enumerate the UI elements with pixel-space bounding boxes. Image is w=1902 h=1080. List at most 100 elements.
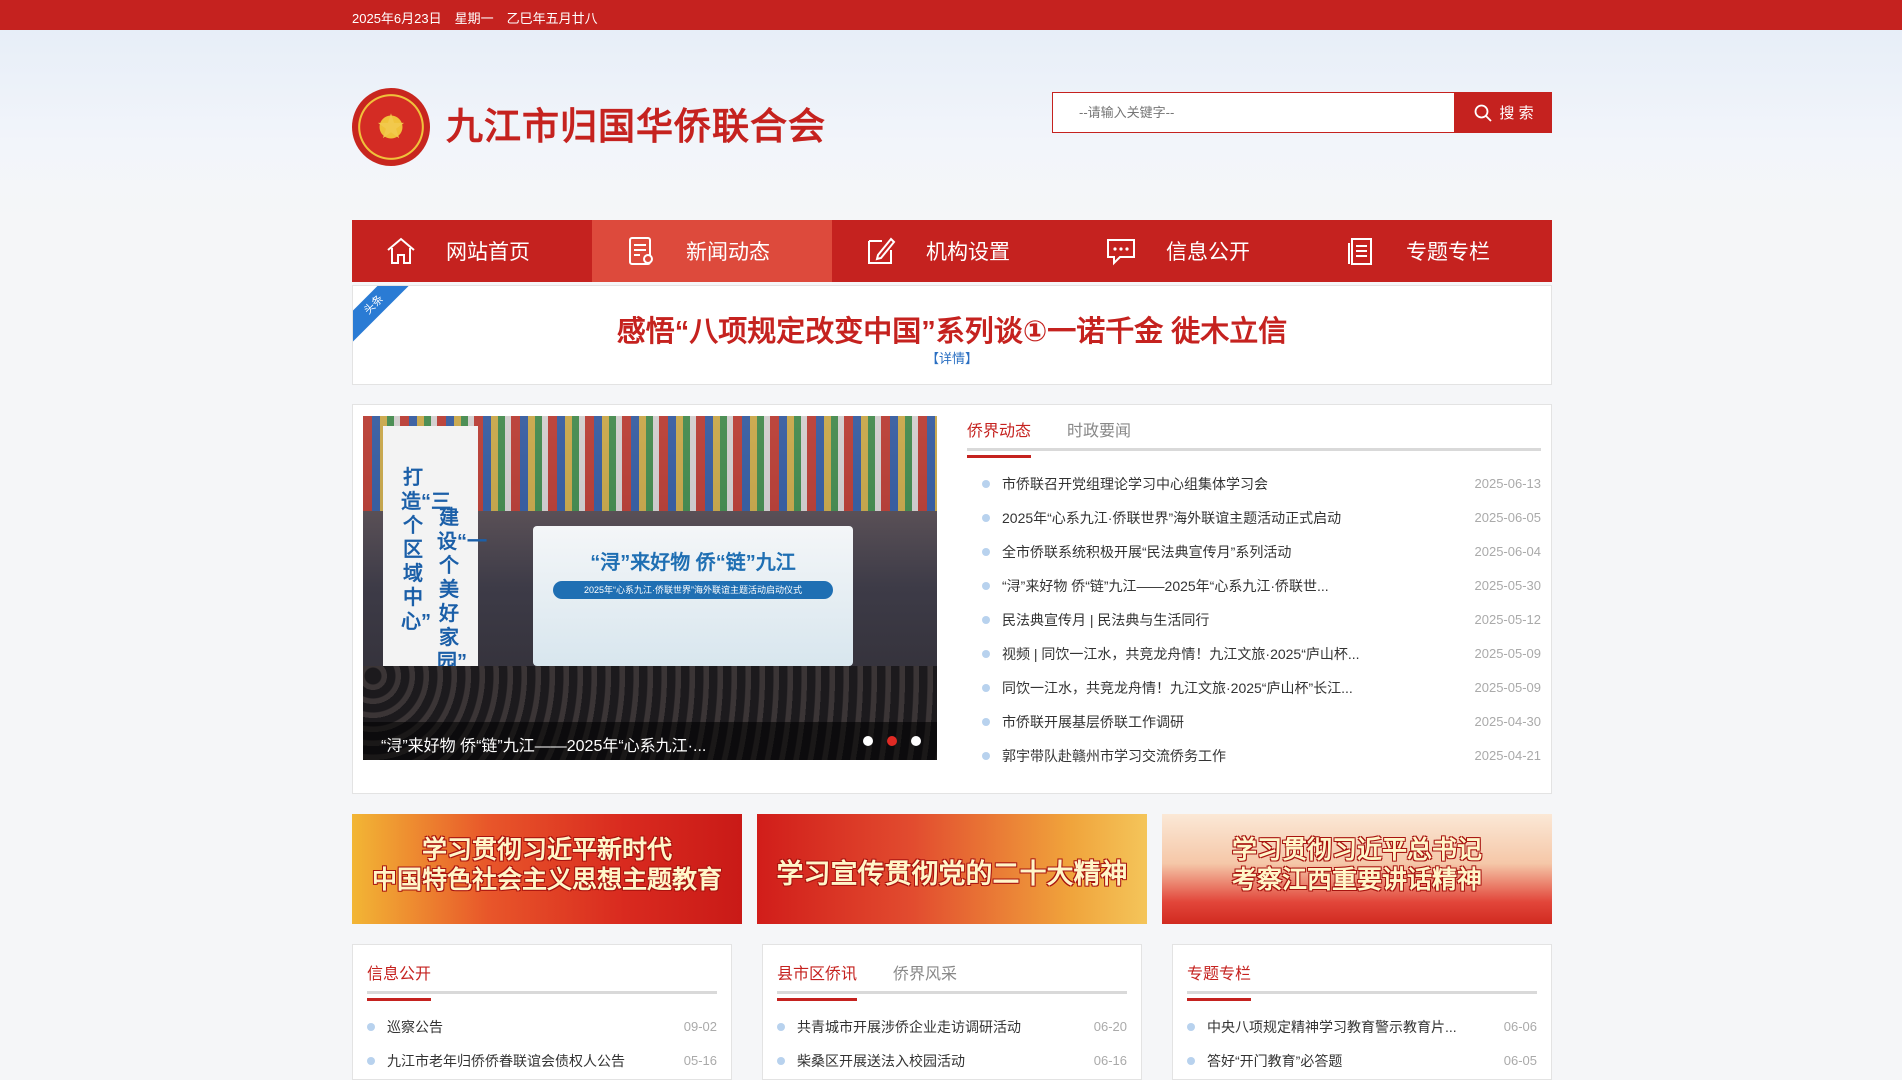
search-box[interactable] — [1052, 92, 1455, 133]
nav-item-organization[interactable]: 机构设置 — [832, 220, 1072, 282]
news-item-date: 2025-06-05 — [1474, 510, 1542, 525]
list-item[interactable]: 巡察公告 09-02 — [367, 1010, 717, 1044]
banner-text: 学习宣传贯彻党的二十大精神 — [757, 852, 1147, 891]
list-item-title: 柴桑区开展送法入校园活动 — [797, 1053, 965, 1069]
slide-caption-bar: “浔”来好物 侨“链”九江——2025年“心系九江·... — [363, 722, 937, 760]
nav-item-home[interactable]: 网站首页 — [352, 220, 592, 282]
nav-item-label: 机构设置 — [926, 241, 1010, 264]
news-item-date: 2025-05-12 — [1474, 612, 1542, 627]
tab-divider — [1187, 991, 1537, 994]
list-item-title: 九江市老年归侨侨眷联谊会债权人公告 — [387, 1053, 625, 1069]
document-icon — [1348, 238, 1372, 265]
news-item-date: 2025-04-30 — [1474, 714, 1542, 729]
tab-divider — [777, 991, 1127, 994]
news-slideshow[interactable]: 打造“三个区域中心” 建设“一个美好家园” “浔”来好物 侨“链”九江 2025… — [363, 416, 937, 760]
headline-box: 头条 感悟“八项规定改变中国”系列谈①一诺千金 徙木立信 【详情】 — [352, 285, 1552, 385]
news-icon — [629, 237, 653, 265]
news-list: 市侨联召开党组理论学习中心组集体学习会 2025-06-13 2025年“心系九江… — [982, 467, 1541, 773]
list-item-date: 06-06 — [1503, 1019, 1537, 1034]
star-icon: ★ — [375, 108, 407, 146]
main-nav: 网站首页 新闻动态 机构设置 信息公开 专题专栏 — [352, 220, 1552, 282]
news-item-title: 市侨联召开党组理论学习中心组集体学习会 — [1002, 476, 1268, 492]
list-item[interactable]: 答好“开门教育”必答题 06-05 — [1187, 1044, 1537, 1078]
card-list: 共青城市开展涉侨企业走访调研活动 06-20 柴桑区开展送法入校园活动 06-16 — [777, 1010, 1127, 1078]
banner-line: 考察江西重要讲话精神 — [1231, 867, 1482, 894]
nav-item-label: 专题专栏 — [1406, 241, 1490, 264]
banner-line: 中国特色社会主义思想主题教育 — [371, 867, 722, 894]
list-item-title: 共青城市开展涉侨企业走访调研活动 — [797, 1019, 1021, 1035]
slide-banner-right-text: 建设“一个美好家园” — [437, 507, 487, 673]
message-icon — [1107, 239, 1135, 266]
search-button-label: 搜 索 — [1499, 105, 1534, 122]
news-item-date: 2025-05-30 — [1474, 578, 1542, 593]
nav-item-label: 信息公开 — [1166, 241, 1250, 264]
list-item-date: 05-16 — [683, 1053, 717, 1068]
nav-item-special-topics[interactable]: 专题专栏 — [1312, 220, 1552, 282]
news-item-date: 2025-05-09 — [1474, 646, 1542, 661]
list-item-date: 06-20 — [1093, 1019, 1127, 1034]
banner-jiangxi-speech[interactable]: 学习贯彻习近平总书记 考察江西重要讲话精神 — [1162, 814, 1552, 924]
top-bar: 2025年6月23日 星期一 乙巳年五月廿八 — [0, 0, 1902, 30]
slide-stage-screen: “浔”来好物 侨“链”九江 2025年“心系九江·侨联世界”海外联谊主题活动启动… — [533, 526, 853, 666]
nav-item-news[interactable]: 新闻动态 — [592, 220, 832, 282]
list-item-date: 09-02 — [683, 1019, 717, 1034]
banner-twentieth-congress[interactable]: 学习宣传贯彻党的二十大精神 — [757, 814, 1147, 924]
search-input[interactable] — [1053, 93, 1454, 132]
slide-dots — [863, 736, 921, 746]
home-icon — [387, 237, 415, 264]
banner-text: 学习贯彻习近平总书记 考察江西重要讲话精神 — [1162, 836, 1552, 896]
news-item[interactable]: “浔”来好物 侨“链”九江——2025年“心系九江·侨联世... 2025-05-… — [982, 569, 1541, 603]
news-item[interactable]: 视频 | 同饮一江水，共竞龙舟情！九江文旅·2025“庐山杯... 2025-05… — [982, 637, 1541, 671]
banner-xi-thought-education[interactable]: 学习贯彻习近平新时代 中国特色社会主义思想主题教育 — [352, 814, 742, 924]
nav-item-label: 网站首页 — [446, 241, 530, 264]
list-item-title: 巡察公告 — [387, 1019, 443, 1035]
news-item[interactable]: 全市侨联系统积极开展“民法典宣传月”系列活动 2025-06-04 — [982, 535, 1541, 569]
news-item-date: 2025-04-21 — [1474, 748, 1542, 763]
search-button[interactable]: 搜 索 — [1455, 92, 1552, 133]
card-list: 巡察公告 09-02 九江市老年归侨侨眷联谊会债权人公告 05-16 — [367, 1010, 717, 1078]
slide-banner-left-text: 打造“三个区域中心” — [401, 467, 451, 633]
news-item[interactable]: 市侨联召开党组理论学习中心组集体学习会 2025-06-13 — [982, 467, 1541, 501]
headline-title[interactable]: 感悟“八项规定改变中国”系列谈①一诺千金 徙木立信 — [353, 308, 1551, 350]
news-item-title: 视频 | 同饮一江水，共竞龙舟情！九江文旅·2025“庐山杯... — [1002, 646, 1360, 662]
slide-stage-title: “浔”来好物 侨“链”九江 — [590, 552, 796, 574]
news-item[interactable]: 2025年“心系九江·侨联世界”海外联谊主题活动正式启动 2025-06-05 — [982, 501, 1541, 535]
list-item-date: 06-05 — [1503, 1053, 1537, 1068]
nav-item-label: 新闻动态 — [686, 241, 770, 264]
list-item[interactable]: 九江市老年归侨侨眷联谊会债权人公告 05-16 — [367, 1044, 717, 1078]
news-item-title: 民法典宣传月 | 民法典与生活同行 — [1002, 612, 1210, 628]
news-item-title: 全市侨联系统积极开展“民法典宣传月”系列活动 — [1002, 544, 1292, 560]
list-item-title: 答好“开门教育”必答题 — [1207, 1053, 1343, 1069]
news-item[interactable]: 民法典宣传月 | 民法典与生活同行 2025-05-12 — [982, 603, 1541, 637]
news-item-title: 同饮一江水，共竞龙舟情！九江文旅·2025“庐山杯”长江... — [1002, 680, 1353, 696]
federation-star-emblem-icon[interactable]: ★ — [352, 88, 430, 166]
search-icon — [1475, 104, 1493, 122]
site-title[interactable]: 九江市归国华侨联合会 — [446, 96, 826, 150]
slide-dot-active[interactable] — [887, 736, 897, 746]
news-item[interactable]: 市侨联开展基层侨联工作调研 2025-04-30 — [982, 705, 1541, 739]
list-item[interactable]: 中央八项规定精神学习教育警示教育片... 06-06 — [1187, 1010, 1537, 1044]
news-item-title: 郭宇带队赴赣州市学习交流侨务工作 — [1002, 748, 1226, 764]
list-item[interactable]: 柴桑区开展送法入校园活动 06-16 — [777, 1044, 1127, 1078]
list-item[interactable]: 共青城市开展涉侨企业走访调研活动 06-20 — [777, 1010, 1127, 1044]
slide-caption[interactable]: “浔”来好物 侨“链”九江——2025年“心系九江·... — [381, 732, 706, 756]
headline-detail-link[interactable]: 【详情】 — [353, 348, 1551, 367]
news-item-title: 2025年“心系九江·侨联世界”海外联谊主题活动正式启动 — [1002, 510, 1342, 526]
news-item[interactable]: 同饮一江水，共竞龙舟情！九江文旅·2025“庐山杯”长江... 2025-05-0… — [982, 671, 1541, 705]
news-item-title: 市侨联开展基层侨联工作调研 — [1002, 714, 1184, 730]
card-list: 中央八项规定精神学习教育警示教育片... 06-06 答好“开门教育”必答题 06-… — [1187, 1010, 1537, 1078]
news-item[interactable]: 郭宇带队赴赣州市学习交流侨务工作 2025-04-21 — [982, 739, 1541, 773]
nav-item-info-disclosure[interactable]: 信息公开 — [1072, 220, 1312, 282]
header — [0, 30, 1902, 220]
slide-dot[interactable] — [911, 736, 921, 746]
list-item-date: 06-16 — [1093, 1053, 1127, 1068]
tab-divider — [967, 448, 1541, 451]
news-item-date: 2025-05-09 — [1474, 680, 1542, 695]
tab-divider — [367, 991, 717, 994]
date-text: 2025年6月23日 星期一 乙巳年五月廿八 — [352, 11, 598, 26]
slide-stage-subtitle: 2025年“心系九江·侨联世界”海外联谊主题活动启动仪式 — [553, 581, 833, 599]
banner-text: 学习贯彻习近平新时代 中国特色社会主义思想主题教育 — [352, 836, 742, 896]
news-item-date: 2025-06-13 — [1474, 476, 1542, 491]
news-item-title: “浔”来好物 侨“链”九江——2025年“心系九江·侨联世... — [1002, 578, 1329, 594]
slide-dot[interactable] — [863, 736, 873, 746]
